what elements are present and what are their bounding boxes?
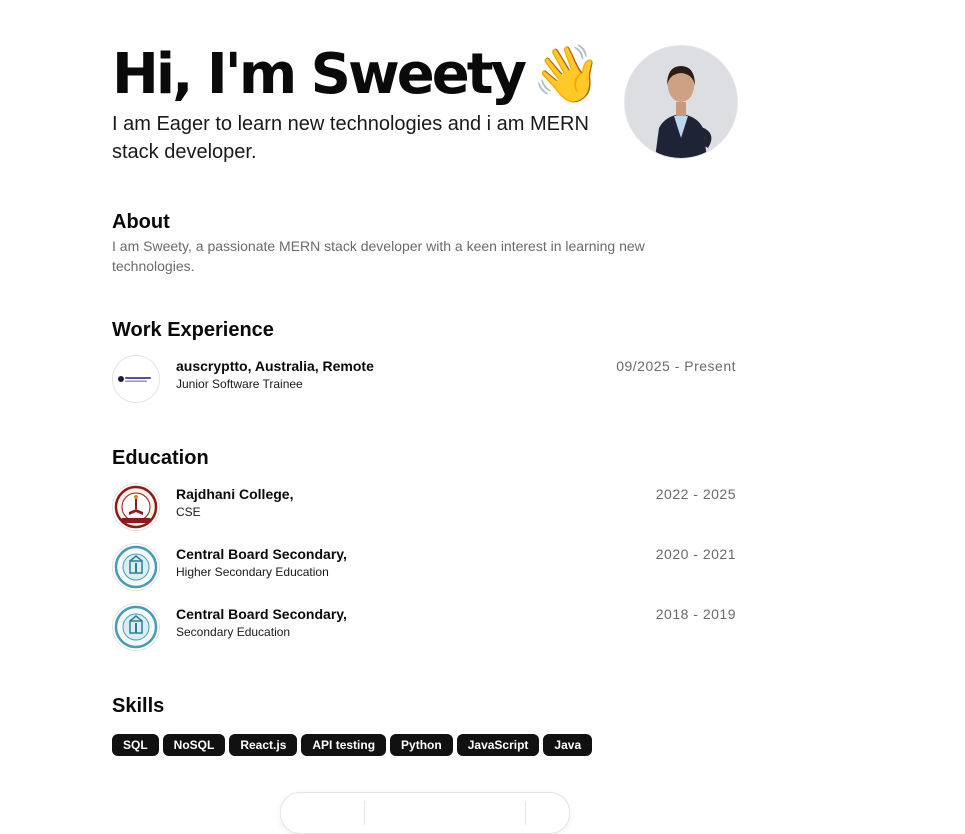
education-item[interactable]: Central Board Secondary, Higher Secondar… xyxy=(112,543,736,591)
work-experience-title: Work Experience xyxy=(112,319,274,341)
education-org: Central Board Secondary, xyxy=(176,546,347,562)
cbse-seal-icon xyxy=(112,543,160,591)
education-org: Rajdhani College, xyxy=(176,486,294,502)
hero-subtitle: I am Eager to learn new technologies and… xyxy=(112,113,589,163)
work-dates: 09/2025 - Present xyxy=(616,358,736,374)
hero-name: Hi, I'm Sweety xyxy=(112,42,527,107)
work-org: auscryptto, Australia, Remote xyxy=(176,358,374,374)
rajdhani-college-seal-icon xyxy=(112,483,160,531)
skills-title: Skills xyxy=(112,695,165,717)
skill-badge: Python xyxy=(390,734,453,756)
skill-badge: API testing xyxy=(301,734,387,756)
skill-badge: NoSQL xyxy=(162,734,226,756)
skill-badge: Java xyxy=(543,734,593,756)
education-dates: 2022 - 2025 xyxy=(655,486,736,502)
skill-badge: SQL xyxy=(112,734,159,756)
work-role: Junior Software Trainee xyxy=(176,377,303,391)
dock-divider xyxy=(525,801,526,825)
avatar xyxy=(624,45,738,159)
education-role: Higher Secondary Education xyxy=(176,565,329,579)
skill-badge: React.js xyxy=(229,734,298,756)
work-item[interactable]: auscryptto, Australia, Remote Junior Sof… xyxy=(112,355,736,403)
dock-divider xyxy=(364,801,365,825)
education-org: Central Board Secondary, xyxy=(176,606,347,622)
education-title: Education xyxy=(112,447,209,469)
cbse-seal-icon xyxy=(112,603,160,651)
education-item[interactable]: Rajdhani College, CSE 2022 - 2025 xyxy=(112,483,736,531)
education-role: CSE xyxy=(176,505,201,519)
about-text: I am Sweety, a passionate MERN stack dev… xyxy=(112,238,645,274)
skills-list: SQL NoSQL React.js API testing Python Ja… xyxy=(112,734,593,756)
hero-title: Hi, I'm Sweety 👋 xyxy=(112,40,602,110)
education-item[interactable]: Central Board Secondary, Secondary Educa… xyxy=(112,603,736,651)
bottom-dock[interactable] xyxy=(280,792,570,834)
education-role: Secondary Education xyxy=(176,625,291,639)
wave-icon: 👋 xyxy=(531,42,602,107)
education-dates: 2018 - 2019 xyxy=(655,606,736,622)
about-title: About xyxy=(112,211,170,233)
skill-badge: JavaScript xyxy=(456,734,540,756)
education-dates: 2020 - 2021 xyxy=(655,546,736,562)
auscryptto-logo-icon xyxy=(112,355,160,403)
avatar-portrait xyxy=(625,46,737,158)
